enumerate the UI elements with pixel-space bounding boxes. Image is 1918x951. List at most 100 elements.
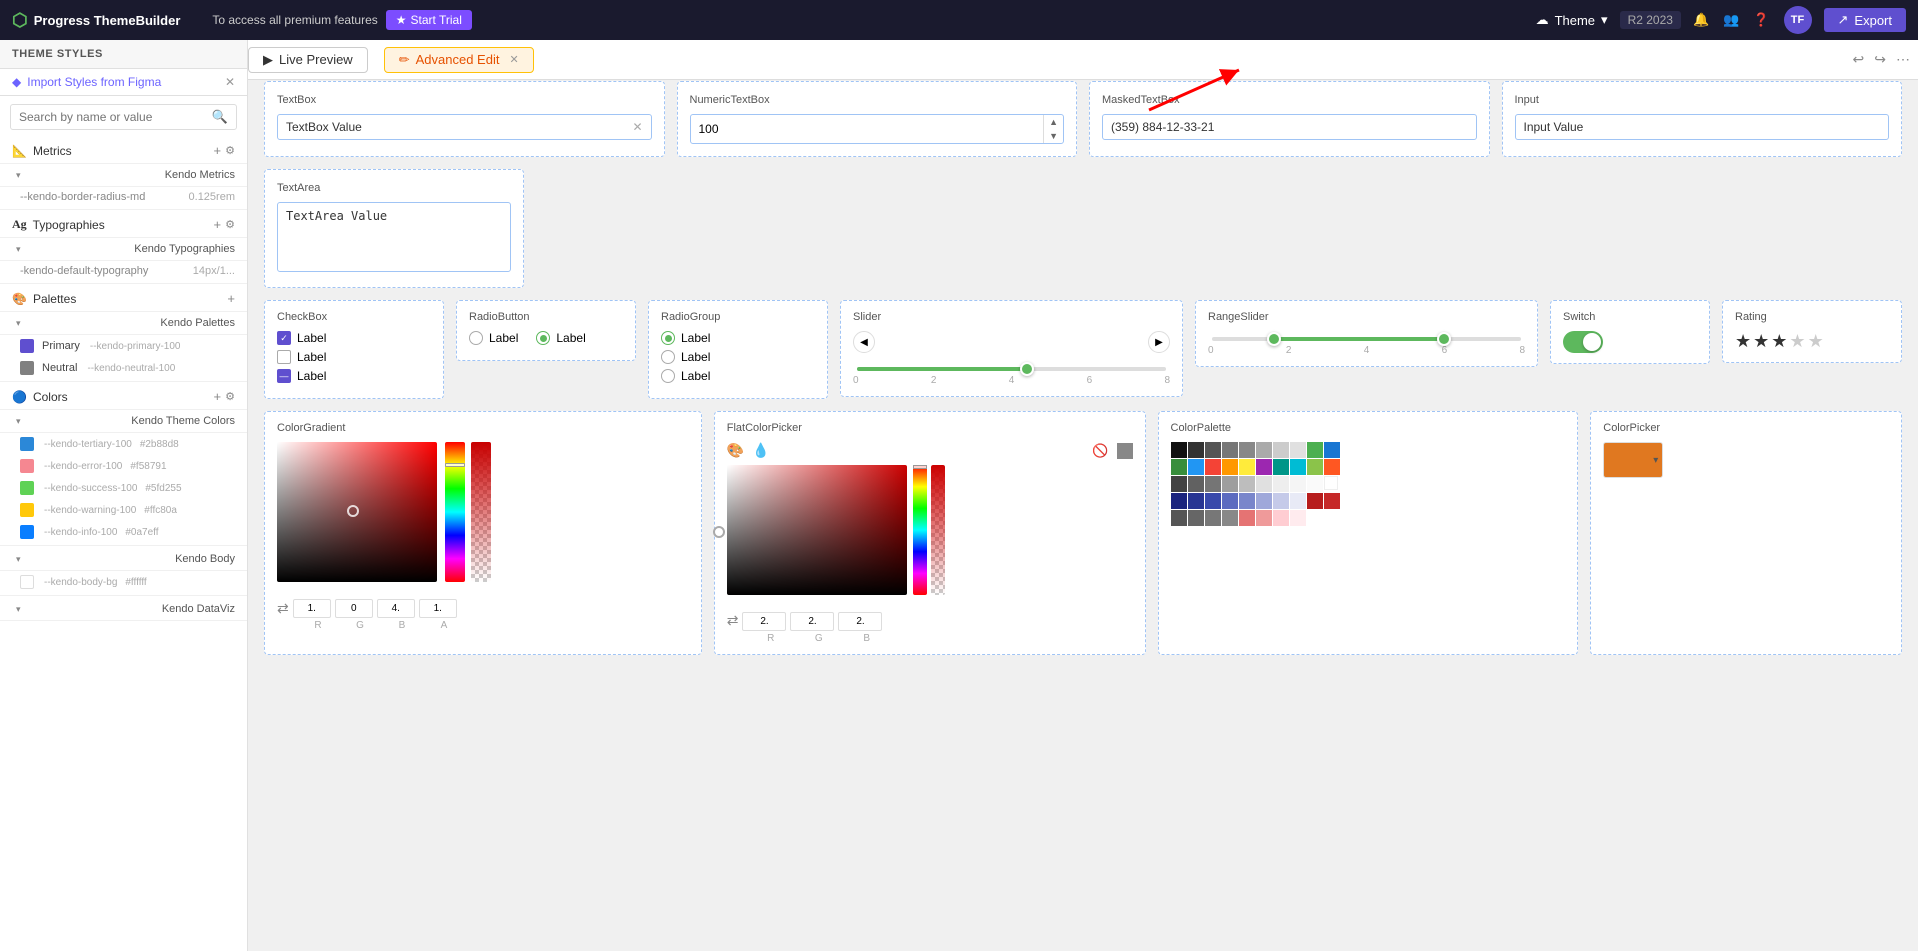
swatch-darkgreen[interactable] [1171,459,1187,475]
gear-color-icon[interactable]: ⚙ [225,390,235,403]
swatch-red-lightest[interactable] [1290,510,1306,526]
range-thumb-right[interactable] [1437,332,1451,346]
checkbox-2[interactable] [277,350,291,364]
swatch-green[interactable] [1307,442,1323,458]
swatch-purple[interactable] [1256,459,1272,475]
swatch-indigo4[interactable] [1239,493,1255,509]
swatch-gray8[interactable] [1273,476,1289,492]
star-5[interactable]: ★ [1808,331,1824,352]
palette-icon[interactable]: 🎨 [727,442,744,459]
search-input[interactable] [19,110,212,124]
checkbox-1[interactable]: ✓ [277,331,291,345]
swatch-deeporange[interactable] [1324,459,1340,475]
swatch-gray3[interactable] [1188,476,1204,492]
swatch-indigo7[interactable] [1290,493,1306,509]
slider-right-arrow[interactable]: ▶ [1148,331,1170,353]
swatch-gray6[interactable] [1239,476,1255,492]
swatch-yellow[interactable] [1239,459,1255,475]
star-3[interactable]: ★ [1771,331,1787,352]
swatch-cyan[interactable] [1290,459,1306,475]
border-radius-row[interactable]: --kendo-border-radius-md 0.125rem [0,187,247,207]
sidebar-item-colors[interactable]: 🔵 Colors + ⚙ [0,384,247,410]
default-typography-row[interactable]: -kendo-default-typography 14px/1... [0,261,247,281]
sidebar-item-metrics[interactable]: 📐 Metrics + ⚙ [0,138,247,164]
swatch-gray[interactable] [1205,442,1221,458]
swatch-gray-mid3[interactable] [1205,510,1221,526]
dropper-icon[interactable]: 💧 [752,442,769,459]
swatch-lime[interactable] [1307,459,1323,475]
flat-hue-thumb[interactable] [913,465,927,469]
tertiary-color-item[interactable]: --kendo-tertiary-100 #2b88d8 [0,433,247,455]
swatch-charcoal[interactable] [1171,476,1187,492]
kendo-theme-colors-header[interactable]: ▾ Kendo Theme Colors [0,410,247,433]
range-thumb-left[interactable] [1267,332,1281,346]
grad-r-input[interactable] [293,599,331,618]
neutral-palette-item[interactable]: Neutral --kendo-neutral-100 [0,357,247,379]
help-icon[interactable]: ❓ [1753,12,1769,28]
export-button[interactable]: ↗ Export [1824,8,1906,32]
swatch-lightgray[interactable] [1256,442,1272,458]
notifications-icon[interactable]: 🔔 [1693,12,1709,28]
hue-bar[interactable] [445,442,465,582]
swatch-indigo2[interactable] [1205,493,1221,509]
grad-b-input[interactable] [377,599,415,618]
swatch-gray4[interactable] [1205,476,1221,492]
swatch-red-dark[interactable] [1307,493,1323,509]
swatch-orange[interactable] [1222,459,1238,475]
add-palette-icon[interactable]: + [227,291,235,306]
swatch-silver[interactable] [1273,442,1289,458]
checkbox-row-2[interactable]: Label [277,350,431,364]
warning-color-item[interactable]: --kendo-warning-100 #ffc80a [0,499,247,521]
theme-selector[interactable]: ☁ Theme ▾ [1536,12,1608,28]
live-preview-button[interactable]: ▶ Live Preview [248,47,368,73]
masked-field[interactable]: (359) 884-12-33-21 [1102,114,1477,140]
rg-row-2[interactable]: Label [661,350,815,364]
rg-radio-2[interactable] [661,350,675,364]
decrement-icon[interactable]: ▼ [1044,129,1063,143]
sidebar-item-typographies[interactable]: Ag Typographies + ⚙ [0,212,247,238]
gradient-swap-icon[interactable]: ⇄ [277,600,289,617]
no-color-icon[interactable]: 🚫 [1092,443,1108,459]
gradient-canvas[interactable] [277,442,437,582]
kendo-metrics-header[interactable]: ▾ Kendo Metrics [0,164,247,187]
checkbox-3[interactable]: — [277,369,291,383]
rg-row-3[interactable]: Label [661,369,815,383]
swatch-gray2[interactable] [1239,442,1255,458]
flat-hue-bar[interactable] [913,465,927,595]
slider-track[interactable] [857,367,1166,371]
close-advanced-icon[interactable]: ✕ [509,53,518,66]
swatch-red-light2[interactable] [1256,510,1272,526]
swatch-gray7[interactable] [1256,476,1272,492]
swatch-red2[interactable] [1324,493,1340,509]
rg-radio-3[interactable] [661,369,675,383]
users-icon[interactable]: 👥 [1723,12,1739,28]
textarea-field[interactable]: TextArea Value [277,202,511,272]
flat-swap-icon[interactable]: ⇄ [727,612,739,631]
advanced-edit-button[interactable]: ✏ Advanced Edit ✕ [384,47,534,73]
rg-radio-1[interactable] [661,331,675,345]
flat-alpha-bar[interactable] [931,465,945,595]
increment-icon[interactable]: ▲ [1044,115,1063,129]
swatch-black[interactable] [1171,442,1187,458]
color-picker-preview[interactable]: ▾ [1603,442,1663,478]
sidebar-item-palettes[interactable]: 🎨 Palettes + [0,286,247,312]
radio-1[interactable] [469,331,483,345]
slider-thumb[interactable] [1020,362,1034,376]
clear-icon[interactable]: ✕ [632,120,642,134]
swatch-gray10[interactable] [1307,476,1323,492]
error-color-item[interactable]: --kendo-error-100 #f58791 [0,455,247,477]
swatch-offwhite[interactable] [1290,442,1306,458]
success-color-item[interactable]: --kendo-success-100 #5fd255 [0,477,247,499]
star-2[interactable]: ★ [1753,331,1769,352]
swatch-red[interactable] [1205,459,1221,475]
slider-left-arrow[interactable]: ◀ [853,331,875,353]
swatch-blue[interactable] [1324,442,1340,458]
body-bg-item[interactable]: --kendo-body-bg #ffffff [0,571,247,593]
trial-button[interactable]: ★ Start Trial [386,10,472,30]
flat-r-input[interactable] [742,612,786,631]
range-slider-track[interactable] [1212,337,1521,341]
swatch-gray-mid4[interactable] [1222,510,1238,526]
kendo-palettes-header[interactable]: ▾ Kendo Palettes [0,312,247,335]
flat-picker-gradient[interactable] [727,465,907,595]
kendo-typographies-header[interactable]: ▾ Kendo Typographies [0,238,247,261]
